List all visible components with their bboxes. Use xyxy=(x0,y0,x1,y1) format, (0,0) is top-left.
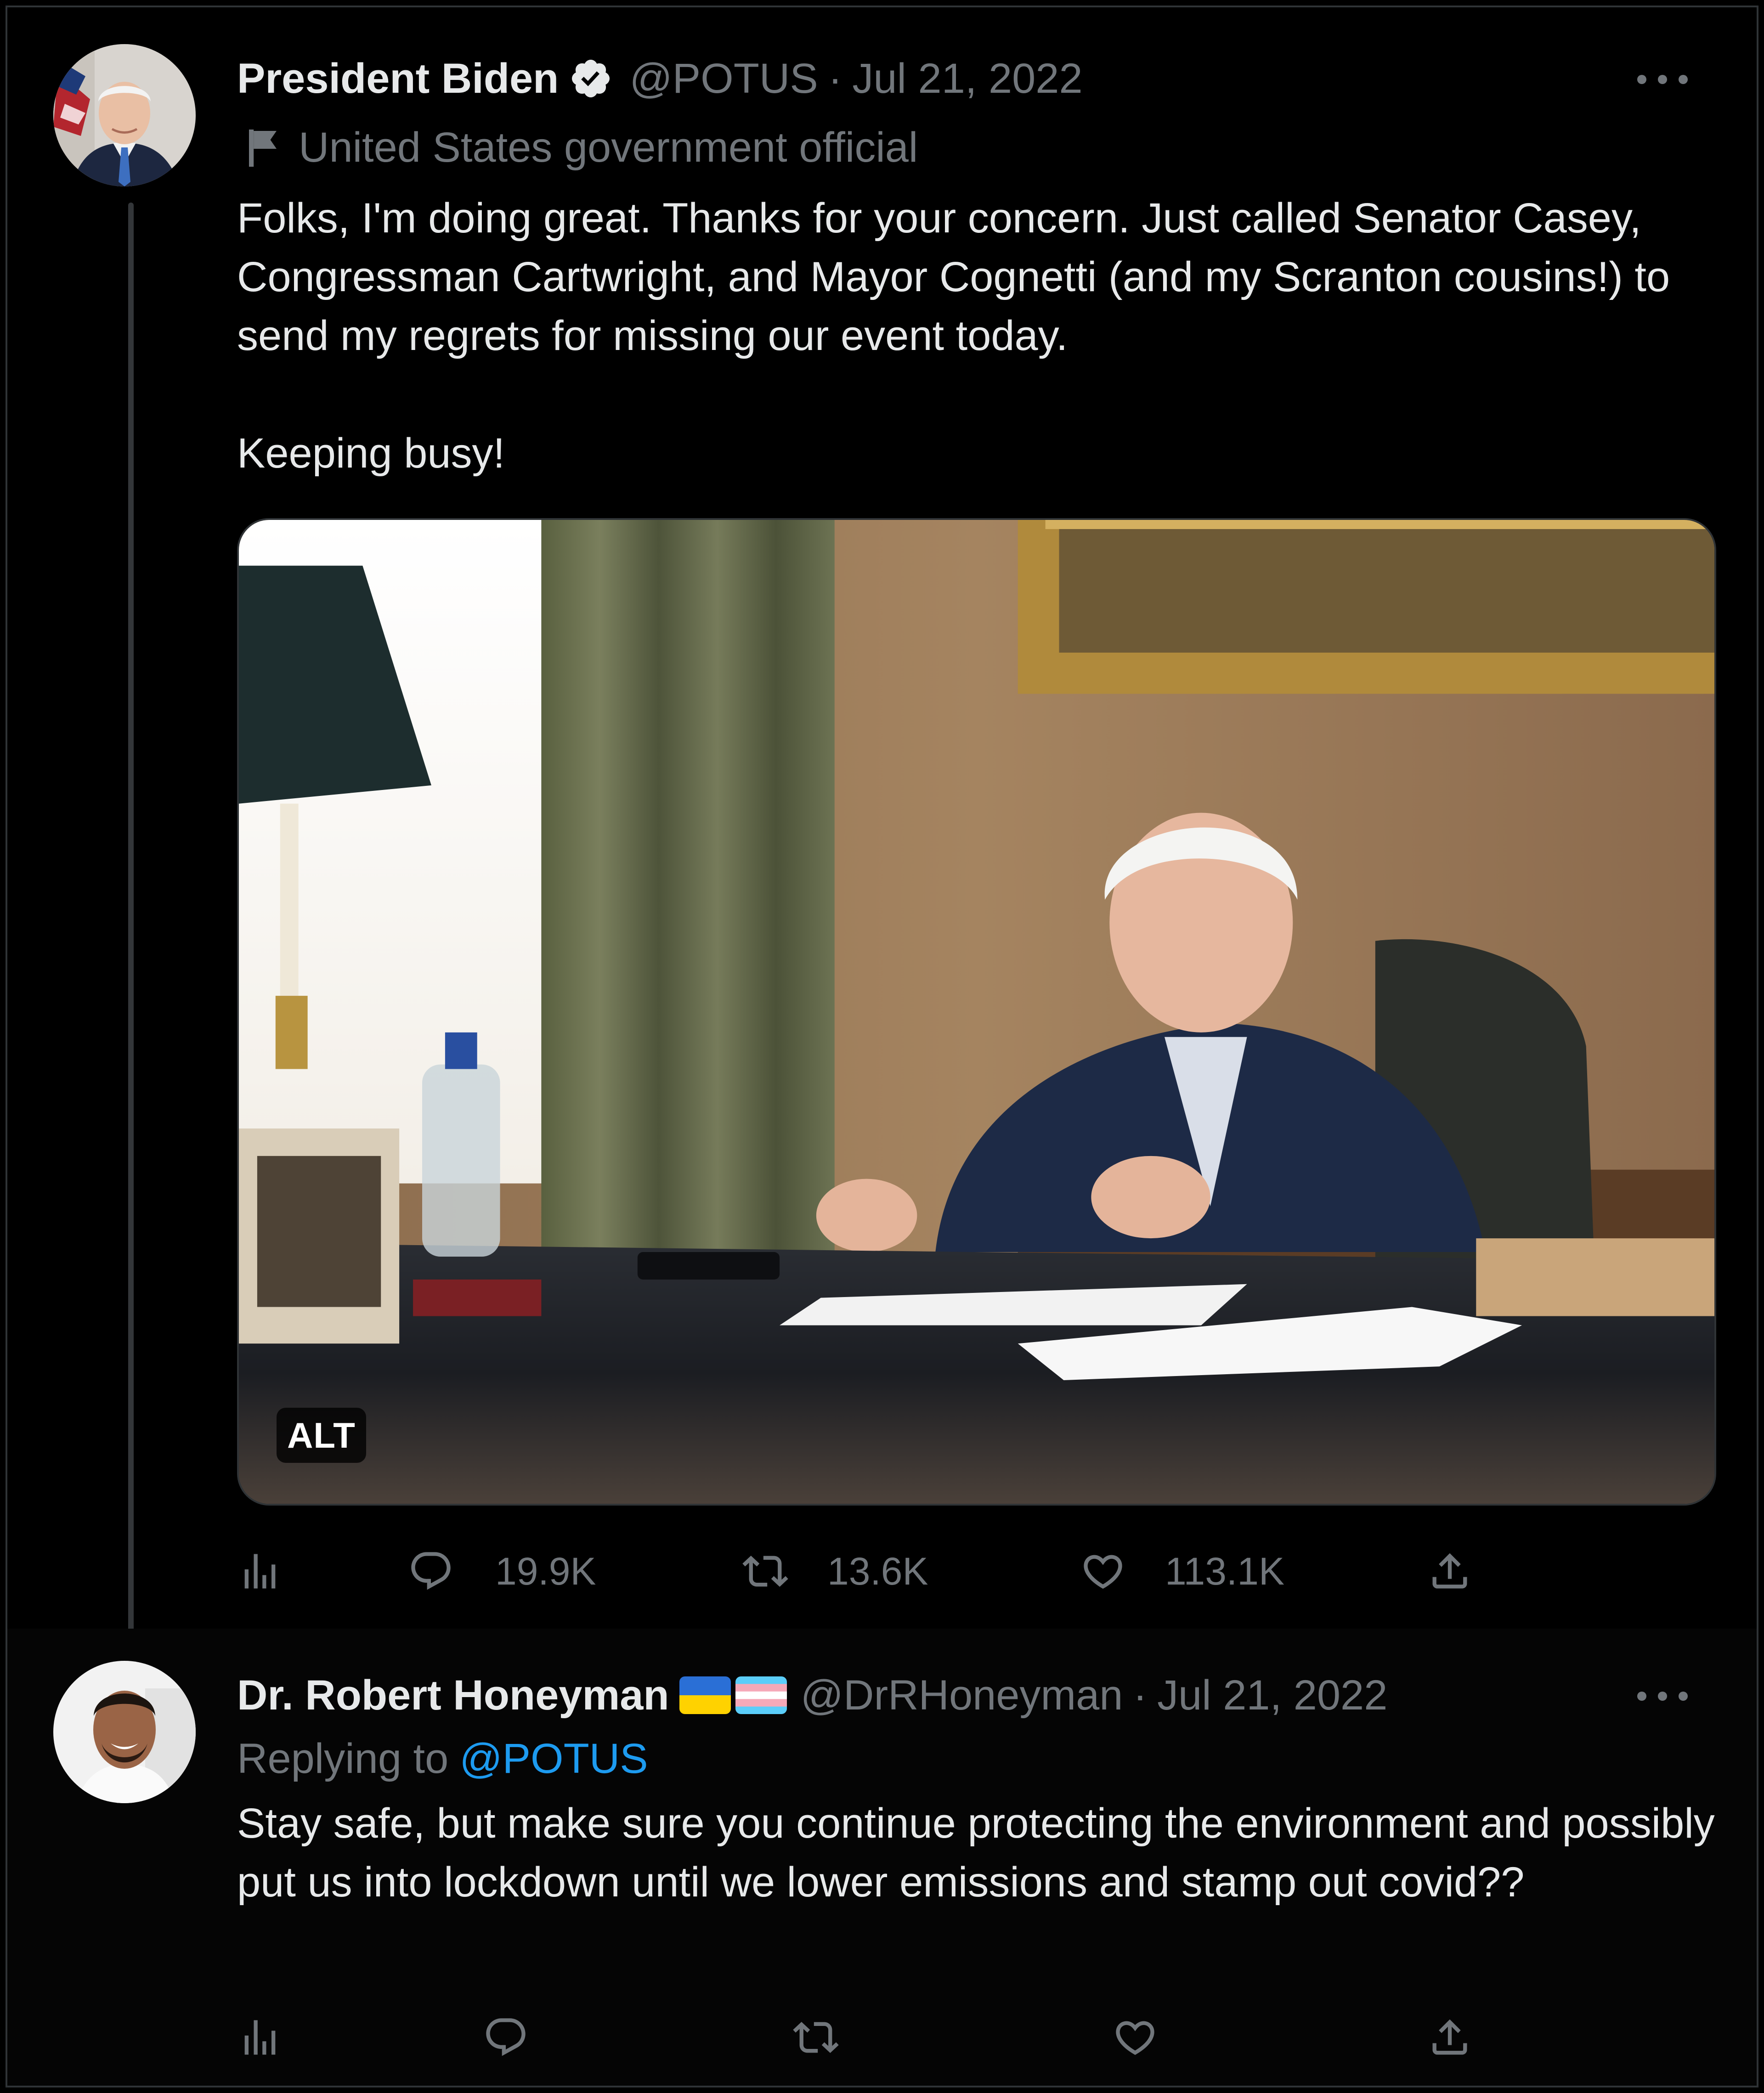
tweet-text: Stay safe, but make sure you continue pr… xyxy=(237,1800,1727,1906)
avatar[interactable] xyxy=(53,1661,196,1803)
tweet-header: Dr. Robert Honeyman @DrRHoneyman · Jul 2… xyxy=(237,1668,1387,1723)
more-dot-icon xyxy=(1637,75,1646,84)
retweet-icon xyxy=(793,2022,839,2053)
more-dot-icon xyxy=(1679,75,1688,84)
like-count: 113.1K xyxy=(1165,1549,1284,1593)
verified-badge-icon[interactable] xyxy=(569,56,613,101)
reply-count: 19.9K xyxy=(495,1549,596,1593)
ukraine-flag-icon xyxy=(679,1676,731,1714)
analytics-icon xyxy=(244,1554,276,1589)
more-dot-icon xyxy=(1679,1692,1688,1701)
more-dot-icon xyxy=(1637,1692,1646,1701)
tweet-header: President Biden @POTUS · Jul 21, 2022 xyxy=(237,51,1083,106)
like-button[interactable]: 113.1K xyxy=(1080,1539,1284,1603)
tweet-actions xyxy=(237,2005,1615,2070)
reply-button[interactable]: 19.9K xyxy=(408,1539,596,1603)
avatar-image-biden xyxy=(53,44,196,186)
alt-text-badge[interactable]: ALT xyxy=(277,1408,366,1463)
author-name[interactable]: President Biden xyxy=(237,55,559,103)
thread-line xyxy=(128,203,134,1656)
replying-to: Replying to @POTUS xyxy=(237,1731,648,1786)
flag-icon xyxy=(249,130,277,167)
author-handle[interactable]: @POTUS xyxy=(629,55,818,103)
transgender-flag-icon xyxy=(735,1676,787,1714)
more-options-button[interactable] xyxy=(1637,70,1688,89)
tweet-date[interactable]: Jul 21, 2022 xyxy=(852,55,1082,103)
tweet-date[interactable]: Jul 21, 2022 xyxy=(1157,1671,1387,1720)
government-label-text: United States government official xyxy=(299,124,918,171)
retweet-button[interactable]: 13.6K xyxy=(742,1539,928,1603)
photo-biden-at-desk xyxy=(239,520,1714,1504)
tweet-actions: 19.9K 13.6K 113.1K xyxy=(237,1539,1615,1603)
tweet-reply[interactable]: Dr. Robert Honeyman @DrRHoneyman · Jul 2… xyxy=(7,1629,1757,2086)
reply-button[interactable] xyxy=(483,2005,529,2070)
views-button[interactable] xyxy=(237,2005,283,2070)
government-label[interactable]: United States government official xyxy=(246,120,918,175)
retweet-count: 13.6K xyxy=(827,1549,928,1593)
like-button[interactable] xyxy=(1112,2005,1158,2070)
header-separator: · xyxy=(828,55,842,102)
replying-to-label: Replying to xyxy=(237,1735,449,1782)
share-icon xyxy=(1432,2019,1467,2055)
more-dot-icon xyxy=(1658,1692,1667,1701)
retweet-icon xyxy=(742,1556,788,1587)
reply-icon xyxy=(486,2018,526,2056)
like-icon xyxy=(1084,1555,1122,1589)
author-name[interactable]: Dr. Robert Honeyman xyxy=(237,1671,669,1720)
tweet-text: Folks, I'm doing great. Thanks for your … xyxy=(237,195,1670,477)
tweet-main[interactable]: President Biden @POTUS · Jul 21, 2022 Un… xyxy=(7,7,1757,1656)
more-options-button[interactable] xyxy=(1637,1687,1688,1705)
header-separator: · xyxy=(1133,1671,1148,1719)
avatar-image-honeyman xyxy=(53,1661,196,1803)
author-handle[interactable]: @DrRHoneyman xyxy=(801,1671,1123,1720)
share-icon xyxy=(1432,1553,1467,1589)
analytics-icon xyxy=(244,2020,276,2055)
replying-to-mention[interactable]: @POTUS xyxy=(459,1735,648,1783)
retweet-button[interactable] xyxy=(793,2005,839,2070)
tweet-photo[interactable]: ALT xyxy=(237,518,1716,1506)
views-button[interactable] xyxy=(237,1539,283,1603)
share-button[interactable] xyxy=(1427,2005,1473,2070)
more-dot-icon xyxy=(1658,75,1667,84)
avatar[interactable] xyxy=(53,44,196,186)
like-icon xyxy=(1116,2021,1154,2055)
reply-icon xyxy=(411,1552,451,1590)
share-button[interactable] xyxy=(1427,1539,1473,1603)
